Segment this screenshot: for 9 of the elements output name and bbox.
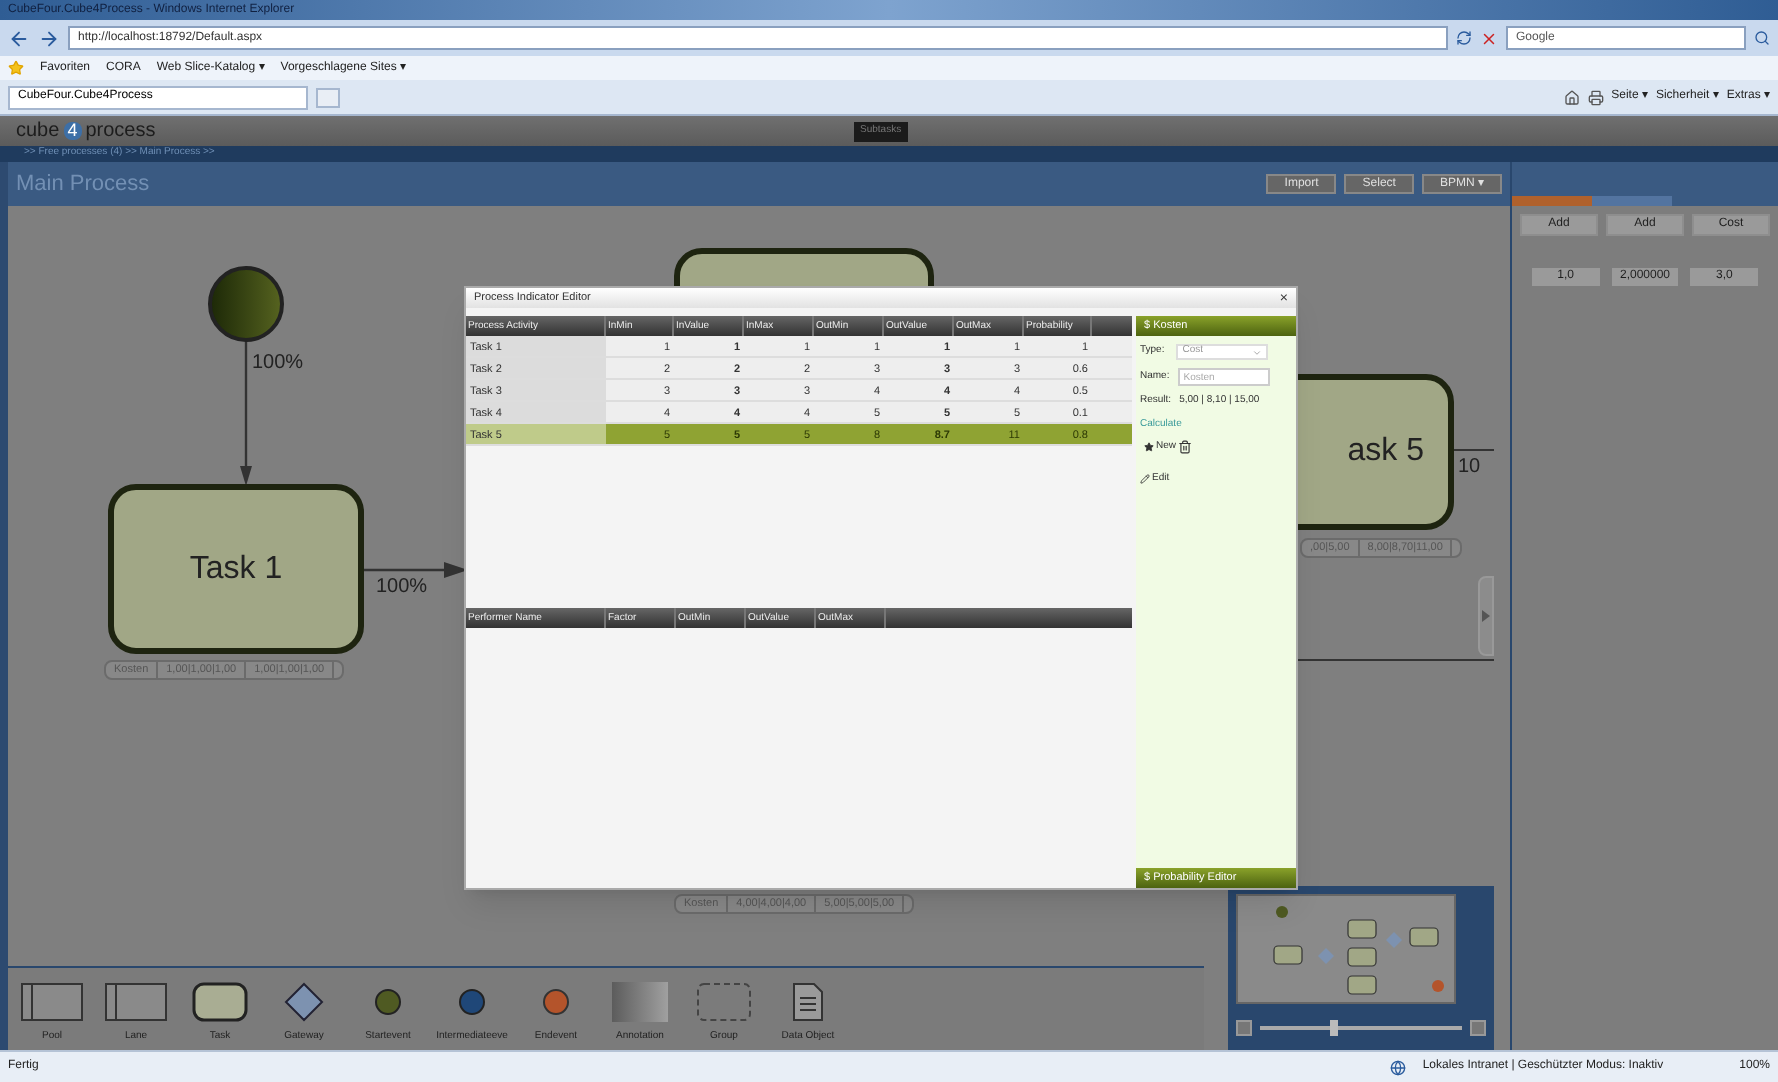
logo-text: process bbox=[85, 118, 156, 146]
task-label: ask 5 bbox=[1347, 432, 1424, 472]
edge-label: 100% bbox=[252, 350, 304, 378]
process-title: Main Process bbox=[16, 169, 150, 200]
task-label: Task 1 bbox=[189, 549, 283, 589]
logo-mark: 4 bbox=[63, 122, 82, 140]
edge-label: 100% bbox=[376, 574, 428, 602]
edge-label: 10 bbox=[1458, 454, 1481, 482]
logo-text: cube bbox=[16, 118, 60, 146]
